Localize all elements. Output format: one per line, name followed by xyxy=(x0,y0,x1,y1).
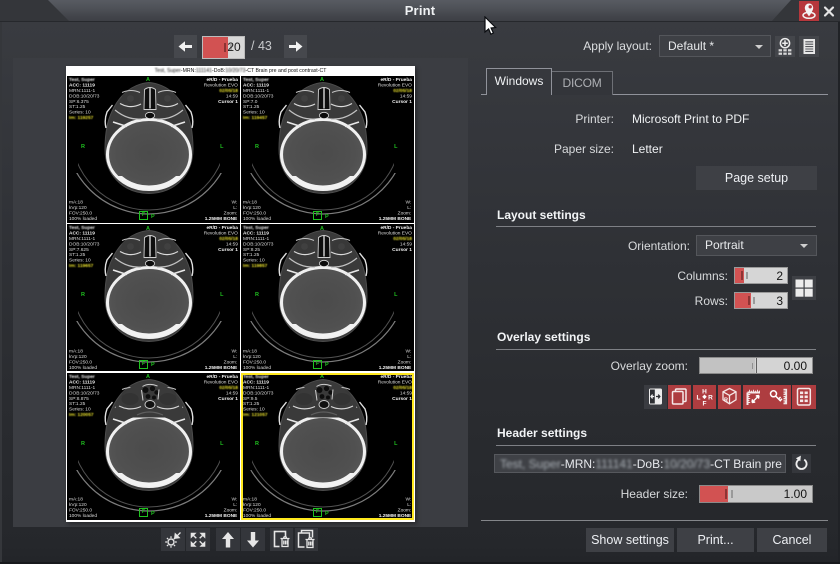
svg-text:H: H xyxy=(702,389,707,396)
svg-text:L: L xyxy=(697,395,701,402)
svg-text:F: F xyxy=(703,401,707,408)
svg-text:R: R xyxy=(724,398,728,404)
svg-text:R: R xyxy=(708,395,713,402)
